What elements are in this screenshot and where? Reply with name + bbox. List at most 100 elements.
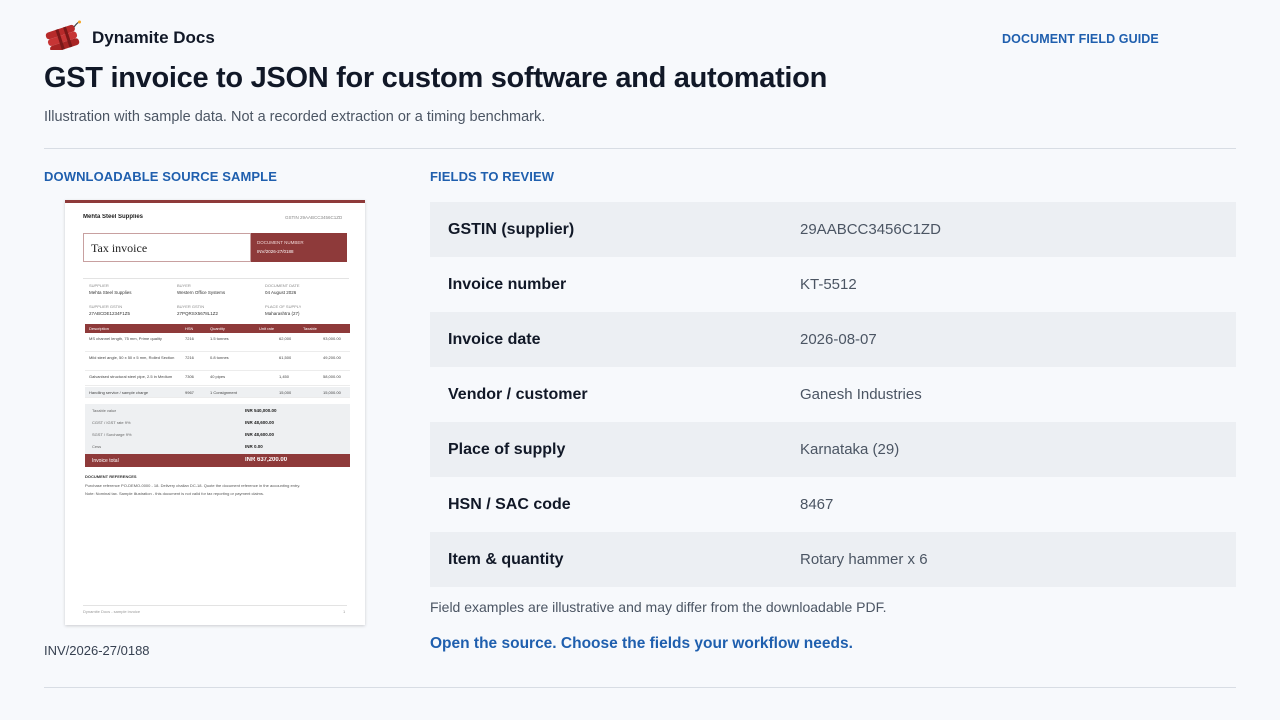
preview-doc-title: Tax invoice	[91, 241, 148, 255]
page-subtitle: Illustration with sample data. Not a rec…	[44, 109, 546, 125]
preview-col-quantity: Quantity	[210, 326, 225, 331]
preview-doc-number: INV/2026-27/0188	[257, 249, 294, 254]
preview-summary-value: INR 0.00	[245, 444, 263, 449]
field-row-vendor: Vendor / customer Ganesh Industries	[430, 367, 1236, 422]
preview-summary-label: SGST / Surcharge 9%	[92, 432, 132, 437]
preview-row-rate: 1,450	[279, 374, 290, 379]
fields-heading: FIELDS TO REVIEW	[430, 169, 555, 184]
preview-supplier: Mehta Steel Supplies	[89, 290, 132, 295]
preview-doc-number-label: DOCUMENT NUMBER	[257, 240, 304, 245]
field-value: Karnataka (29)	[800, 441, 900, 458]
preview-row-hsn: 7306	[185, 374, 194, 379]
preview-date: 04 August 2026	[265, 290, 297, 295]
preview-col-rate: Unit rate	[259, 326, 275, 331]
document-field-guide-link[interactable]: DOCUMENT FIELD GUIDE	[1002, 32, 1159, 46]
preview-row-rate: 15,000	[279, 390, 292, 395]
preview-row-rate: 61,500	[279, 355, 292, 360]
preview-summary-value: INR 540,000.00	[245, 408, 277, 413]
field-row-place-of-supply: Place of supply Karnataka (29)	[430, 422, 1236, 477]
preview-footer-rule	[83, 605, 347, 606]
preview-row-taxable: 49,200.00	[323, 355, 341, 360]
preview-supplier-gstin: 27ABCDE1234F1Z5	[89, 311, 131, 316]
field-row-hsn: HSN / SAC code 8467	[430, 477, 1236, 532]
preview-table-row: Galvanised structural steel pipe, 2.5 in…	[85, 372, 350, 386]
preview-row-taxable: 15,000.00	[323, 390, 341, 395]
field-label: HSN / SAC code	[448, 495, 571, 513]
field-row-item-quantity: Item & quantity Rotary hammer x 6	[430, 532, 1236, 587]
preview-total-value: INR 637,200.00	[245, 457, 288, 463]
preview-row-hsn: 7216	[185, 355, 194, 360]
preview-row-qty: 40 pipes	[210, 374, 226, 379]
preview-row-desc: Mild steel angle, 50 x 50 x 5 mm, Rolled…	[89, 355, 175, 360]
preview-buyer-gstin-label: BUYER GSTIN	[177, 304, 205, 309]
dynamite-sticks-icon	[44, 20, 82, 53]
field-value: KT-5512	[800, 276, 857, 293]
preview-buyer-gstin: 27PQRSX5678L1Z2	[177, 311, 219, 316]
field-label: GSTIN (supplier)	[448, 220, 575, 238]
preview-summary-label: Cess	[92, 444, 102, 449]
preview-seller-meta: GSTIN 29AABCC3456C1ZD	[285, 215, 343, 220]
brand-name: Dynamite Docs	[92, 28, 215, 47]
field-value: Rotary hammer x 6	[800, 551, 928, 568]
fields-disclaimer: Field examples are illustrative and may …	[430, 599, 887, 615]
preview-row-qty: 1 Consignment	[210, 390, 237, 395]
field-label: Invoice date	[448, 330, 541, 348]
preview-footer: Dynamite Docs - sample invoice	[83, 609, 141, 614]
preview-table-row: Handling service / sample charge 9967 1 …	[85, 387, 350, 398]
preview-table-row: Mild steel angle, 50 x 50 x 5 mm, Rolled…	[85, 353, 350, 371]
preview-row-qty: 0.8 tonnes	[210, 355, 229, 360]
preview-row-hsn: 7216	[185, 336, 194, 341]
preview-col-hsn: HSN	[185, 326, 194, 331]
preview-supplier-label: SUPPLIER	[89, 283, 109, 288]
preview-row-desc: Galvanised structural steel pipe, 2.5 in…	[89, 374, 173, 379]
preview-row-taxable: 93,000.00	[323, 336, 341, 341]
field-label: Vendor / customer	[448, 385, 588, 403]
preview-row-hsn: 9967	[185, 390, 194, 395]
preview-supplier-gstin-label: SUPPLIER GSTIN	[89, 304, 123, 309]
preview-row-rate: 62,000	[279, 336, 292, 341]
preview-total: Invoice total INR 637,200.00	[85, 454, 350, 467]
field-value: 2026-08-07	[800, 331, 877, 348]
divider	[44, 148, 1236, 149]
preview-title-box: Tax invoice	[83, 233, 251, 262]
field-label: Place of supply	[448, 440, 566, 458]
field-label: Invoice number	[448, 275, 567, 293]
open-source-link[interactable]: Open the source. Choose the fields your …	[430, 635, 853, 653]
preview-note: Note: Nominal tax. Sample illustration -…	[85, 491, 264, 496]
preview-row-desc: MS channel length, 75 mm, Prime quality	[89, 336, 162, 341]
field-row-invoice-date: Invoice date 2026-08-07	[430, 312, 1236, 367]
field-value: Ganesh Industries	[800, 386, 922, 403]
preview-summary-value: INR 48,600.00	[245, 420, 275, 425]
preview-table-row: MS channel length, 75 mm, Prime quality …	[85, 334, 350, 352]
preview-notes-heading: DOCUMENT REFERENCES	[85, 474, 137, 479]
invoice-preview[interactable]: Mehta Steel Supplies GSTIN 29AABCC3456C1…	[65, 200, 365, 625]
preview-row-qty: 1.5 tonnes	[210, 336, 229, 341]
preview-col-description: Description	[89, 326, 110, 331]
preview-row-desc: Handling service / sample charge	[89, 390, 149, 395]
field-row-gstin: GSTIN (supplier) 29AABCC3456C1ZD	[430, 202, 1236, 257]
preview-seller: Mehta Steel Supplies	[83, 214, 144, 220]
preview-rule	[83, 278, 349, 279]
preview-note: Purchase reference PO-DEMO-0000 - 18. De…	[85, 483, 301, 488]
preview-summary-label: CGST / IGST rate 9%	[92, 420, 131, 425]
preview-page-number: 1	[343, 609, 346, 614]
preview-col-taxable: Taxable	[303, 326, 317, 331]
field-value: 29AABCC3456C1ZD	[800, 221, 941, 238]
preview-summary-label: Taxable value	[92, 408, 117, 413]
preview-pos-label: PLACE OF SUPPLY	[265, 304, 302, 309]
preview-total-label: Invoice total	[92, 458, 119, 464]
page-title: GST invoice to JSON for custom software …	[44, 62, 828, 94]
field-value: 8467	[800, 496, 834, 513]
preview-buyer-label: BUYER	[177, 283, 191, 288]
preview-doc-number-box: DOCUMENT NUMBER INV/2026-27/0188	[251, 233, 347, 262]
preview-row-taxable: 58,000.00	[323, 374, 341, 379]
preview-table-header: Description HSN Quantity Unit rate Taxab…	[85, 324, 350, 333]
preview-date-label: DOCUMENT DATE	[265, 283, 300, 288]
source-sample-heading: DOWNLOADABLE SOURCE SAMPLE	[44, 169, 277, 184]
preview-summary: Taxable value INR 540,000.00 CGST / IGST…	[85, 404, 350, 454]
field-row-invoice-number: Invoice number KT-5512	[430, 257, 1236, 312]
preview-buyer: Western Office Systems	[177, 290, 226, 295]
fields-table: GSTIN (supplier) 29AABCC3456C1ZD Invoice…	[430, 202, 1236, 587]
preview-pos: Maharashtra (27)	[265, 311, 300, 316]
field-label: Item & quantity	[448, 550, 564, 568]
